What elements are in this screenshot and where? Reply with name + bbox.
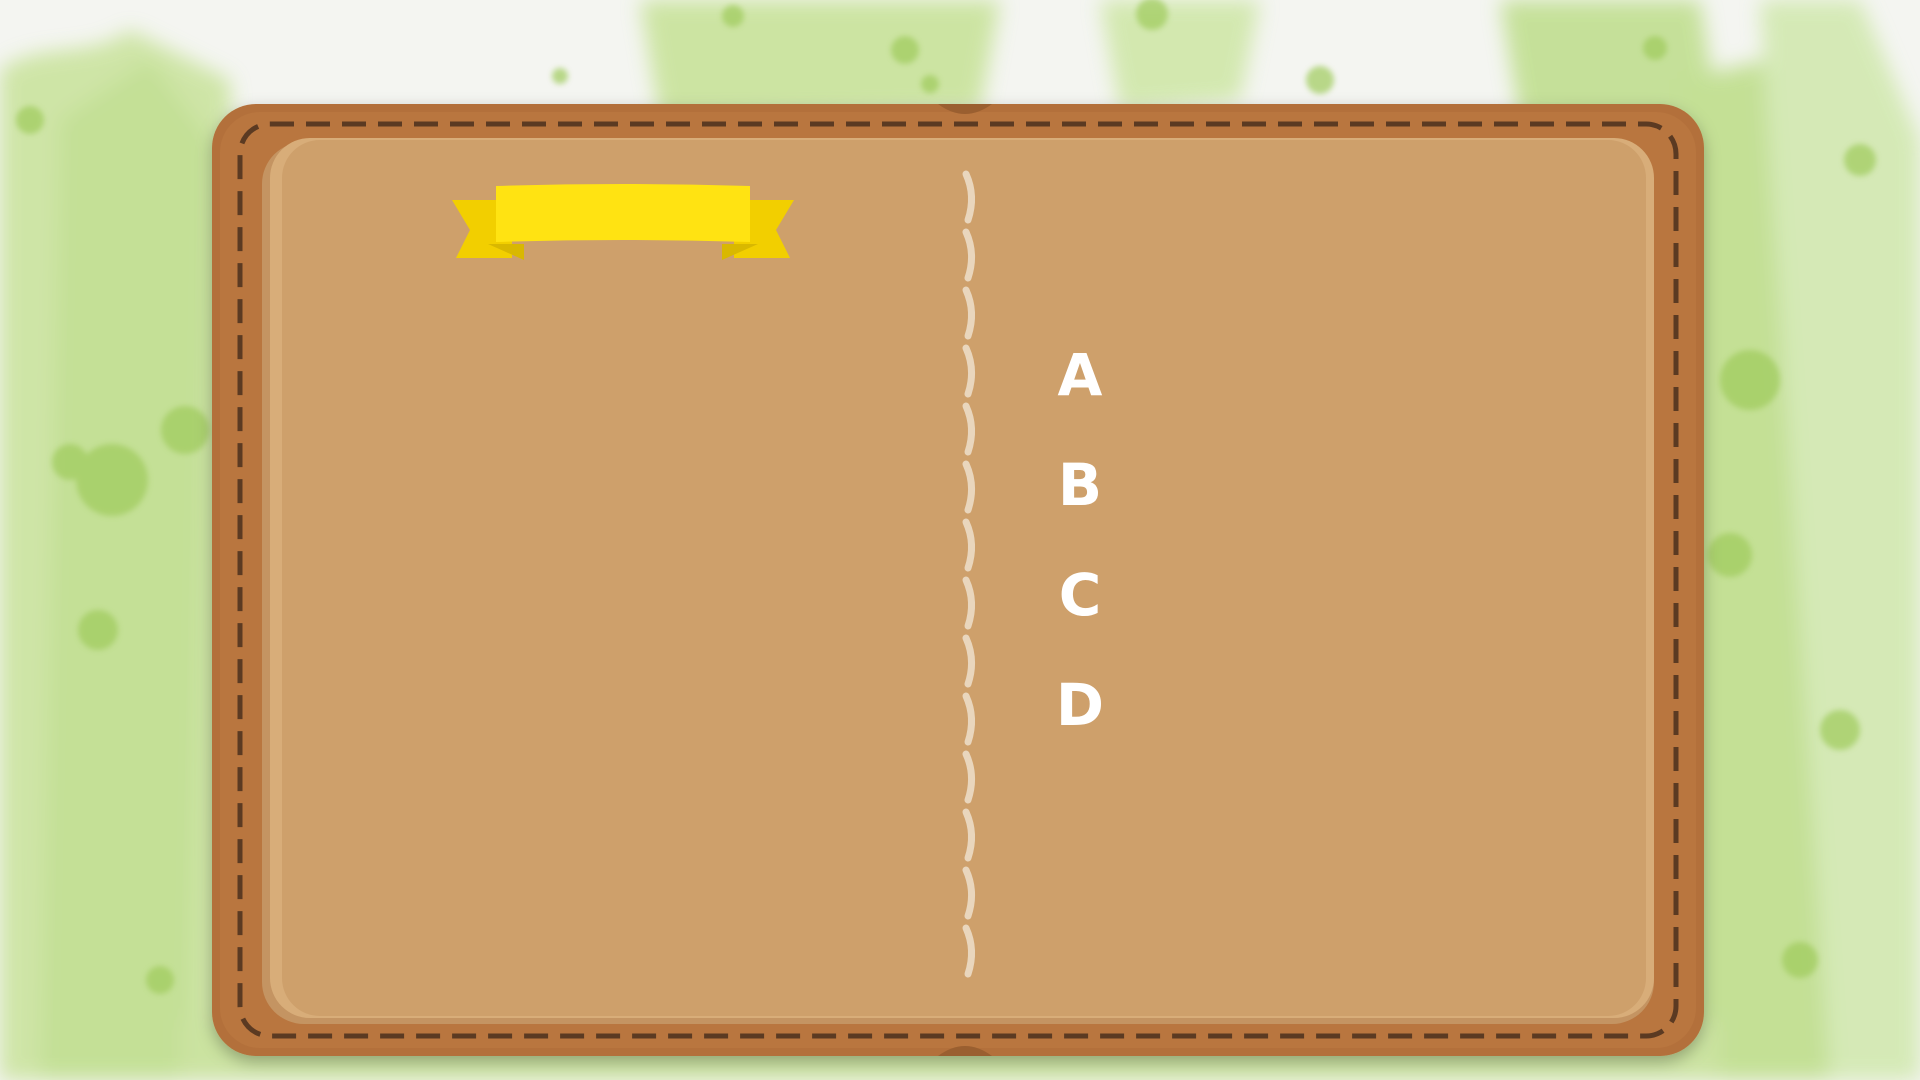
option-c-label: C — [1058, 561, 1102, 629]
option-b-label: B — [1057, 451, 1103, 519]
notebook-illustration — [212, 104, 1704, 1056]
option-d-label: D — [1055, 671, 1105, 739]
ribbon-label — [496, 190, 748, 238]
slide-canvas: A B C D — [0, 0, 1920, 1080]
option-a-label: A — [1057, 341, 1103, 409]
